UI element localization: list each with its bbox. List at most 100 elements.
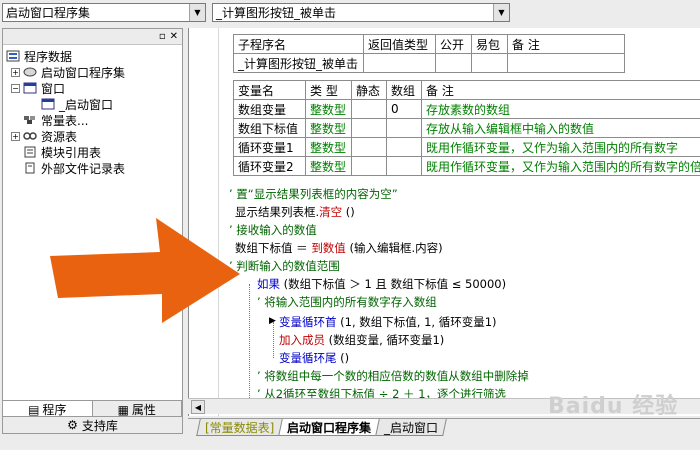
tree-item-window[interactable]: − 窗口 [3,80,182,96]
table-cell[interactable]: 数组下标值 [233,118,306,138]
table-header: 易包 [471,34,508,54]
table-cell[interactable] [351,99,387,119]
module-icon [24,146,36,158]
loop-arrow-icon: ▶ [269,316,276,326]
tree-item-startup-assembly[interactable]: + 启动窗口程序集 [3,64,182,80]
close-icon[interactable]: ✕ [170,31,178,42]
support-library-tab[interactable]: ⚙ 支持库 [2,416,183,434]
table-cell[interactable]: 既用作循环变量，又作为输入范围内的所有数字 [421,137,700,157]
table-cell[interactable]: 循环变量1 [233,137,306,157]
code-text: (输入编辑框.内容) [345,241,443,255]
expand-icon[interactable]: + [11,131,20,141]
table-cell[interactable]: 数组变量 [233,99,306,119]
table-cell[interactable] [351,156,387,176]
table-cell[interactable]: _计算图形按钮_被单击 [233,53,364,73]
tree-item-constants[interactable]: 常量表... [3,112,182,128]
table-header: 数组 [386,80,422,100]
code-keyword: 如果 [257,277,280,291]
tree-item-resources[interactable]: + 资源表 [3,128,182,144]
table-cell[interactable] [507,53,625,73]
table-cell[interactable]: 0 [386,99,422,119]
table-cell[interactable] [351,118,387,138]
block-guide-line [273,322,274,358]
code-comment[interactable]: ’ 置“显示结果列表框的内容为空” [229,186,398,202]
code-line[interactable]: 加入成员 (数组变量, 循环变量1) [279,332,444,348]
table-row[interactable]: 数组下标值 整数型 存放从输入编辑框中输入的数值 [233,118,700,138]
table-row[interactable]: 数组变量 整数型 0 存放素数的数组 [233,99,700,119]
code-line[interactable]: 显示结果列表框.清空 () [235,204,355,220]
tree-item-label: 程序数据 [24,49,73,64]
window-icon [41,98,55,110]
scroll-left-icon[interactable]: ◀ [191,400,205,414]
tab-constants-table[interactable]: [常量数据表] [196,419,284,436]
table-cell[interactable]: 整数型 [305,156,352,176]
program-tab-icon: ▤ [28,402,40,417]
code-line[interactable]: 变量循环尾 () [279,350,349,366]
table-header: 备 注 [421,80,700,100]
code-comment[interactable]: ’ 判断输入的数值范围 [229,258,340,274]
code-text: (数组变量, 循环变量1) [325,333,445,347]
table-cell[interactable] [435,53,472,73]
code-line[interactable]: 变量循环首 (1, 数组下标值, 1, 循环变量1) [279,314,497,330]
assembly-select-value: 启动窗口程序集 [6,6,91,20]
subroutine-table: 子程序名 返回值类型 公开 易包 备 注 _计算图形按钮_被单击 [233,34,625,73]
table-header: 备 注 [507,34,625,54]
tab-startup-assembly[interactable]: 启动窗口程序集 [278,419,381,436]
expand-icon[interactable]: + [11,67,20,77]
table-header-row: 变量名 类 型 静态 数组 备 注 [233,80,700,100]
subroutine-select-value: _计算图形按钮_被单击 [216,6,337,20]
subroutine-select[interactable]: _计算图形按钮_被单击 ▼ [212,3,510,22]
code-line[interactable]: 如果 (数组下标值 ＞ 1 且 数组下标值 ≤ 50000) [257,276,506,292]
support-library-label: 支持库 [81,418,118,433]
code-text: 数组下标值 ＝ [235,241,312,255]
file-icon [25,162,35,174]
chevron-down-icon[interactable]: ▼ [493,4,509,21]
code-text: () [342,205,355,219]
watermark: Baidu 经验 [548,394,679,419]
table-cell[interactable] [386,137,422,157]
library-icon: ⚙ [67,418,78,432]
table-cell[interactable]: 存放素数的数组 [421,99,700,119]
tab-label: 启动窗口程序集 [287,420,372,435]
code-line[interactable]: 数组下标值 ＝ 到数值 (输入编辑框.内容) [235,240,443,256]
table-cell[interactable] [471,53,508,73]
code-text: () [336,351,350,365]
code-comment[interactable]: ’ 将输入范围内的所有数字存入数组 [257,294,437,310]
tree-item-label: 常量表... [41,113,89,128]
tree-item-external-files[interactable]: 外部文件记录表 [3,160,182,176]
pin-icon[interactable]: ▫ [159,31,166,42]
chevron-down-icon[interactable]: ▼ [189,4,205,21]
tree-item-module-refs[interactable]: 模块引用表 [3,144,182,160]
code-text: (1, 数组下标值, 1, 循环变量1) [336,315,497,329]
table-row[interactable]: 循环变量1 整数型 既用作循环变量，又作为输入范围内的所有数字 [233,137,700,157]
table-cell[interactable]: 循环变量2 [233,156,306,176]
code-comment[interactable]: ’ 接收输入的数值 [229,222,317,238]
code-comment[interactable]: ’ 将数组中每一个数的相应倍数的数值从数组中删除掉 [257,368,529,384]
variable-table: 变量名 类 型 静态 数组 备 注 数组变量 整数型 0 存放素数的数组 数组下… [233,80,700,176]
table-cell[interactable]: 整数型 [305,137,352,157]
table-cell[interactable] [363,53,436,73]
table-header: 公开 [435,34,472,54]
table-cell[interactable]: 整数型 [305,99,352,119]
table-cell[interactable] [386,156,422,176]
window-icon [23,82,37,94]
table-cell[interactable]: 既用作循环变量，又作为输入范围内的所有数字的倍 [421,156,700,176]
tree-item-label: 窗口 [41,81,66,96]
code-editor[interactable]: 子程序名 返回值类型 公开 易包 备 注 _计算图形按钮_被单击 变量名 类 型… [188,28,700,416]
table-cell[interactable] [351,137,387,157]
code-function: 加入成员 [279,333,325,347]
tree-item-label: 外部文件记录表 [41,161,126,176]
tab-startup-window[interactable]: _启动窗口 [375,419,448,436]
code-keyword: 变量循环尾 [279,351,337,365]
assembly-select[interactable]: 启动窗口程序集 ▼ [2,3,206,22]
tree-item-label: 启动窗口程序集 [41,65,126,80]
tree-item-startup-window[interactable]: _启动窗口 [3,96,182,112]
tree-item-program-data[interactable]: 程序数据 [3,48,182,64]
table-cell[interactable] [386,118,422,138]
table-row[interactable]: 循环变量2 整数型 既用作循环变量，又作为输入范围内的所有数字的倍 [233,156,700,176]
table-row[interactable]: _计算图形按钮_被单击 [233,53,625,73]
collapse-icon[interactable]: − [11,83,20,93]
table-cell[interactable]: 存放从输入编辑框中输入的数值 [421,118,700,138]
table-header: 静态 [351,80,387,100]
table-cell[interactable]: 整数型 [305,118,352,138]
